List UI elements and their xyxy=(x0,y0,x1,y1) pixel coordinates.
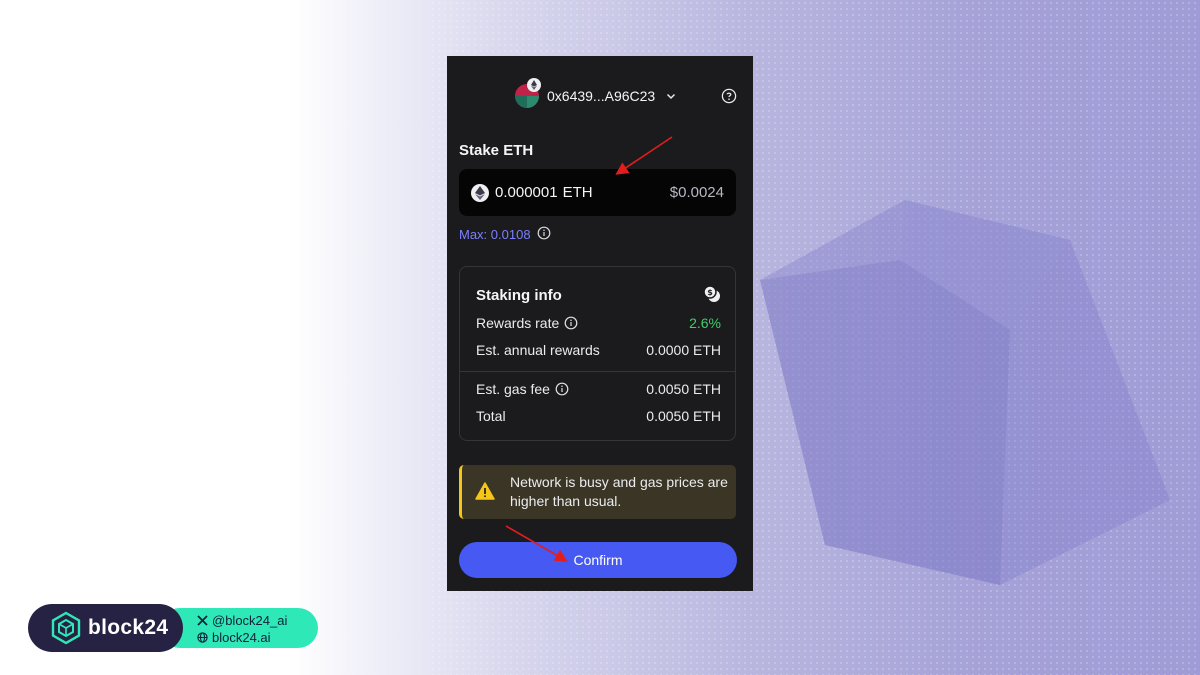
info-icon[interactable] xyxy=(564,316,578,330)
total-value: 0.0050 ETH xyxy=(646,408,721,424)
rewards-rate-row: Rewards rate 2.6% xyxy=(476,315,721,331)
gas-fee-row: Est. gas fee 0.0050 ETH xyxy=(476,381,721,397)
staking-panel: 0x6439...A96C23 Stake ETH 0.000001 ETH $… xyxy=(447,56,753,591)
svg-text:$: $ xyxy=(707,288,713,297)
eth-icon xyxy=(471,183,489,202)
total-row: Total 0.0050 ETH xyxy=(476,408,721,424)
stake-amount-usd: $0.0024 xyxy=(669,184,724,201)
account-selector[interactable]: 0x6439...A96C23 xyxy=(515,78,677,110)
website-url: block24.ai xyxy=(212,630,271,645)
rewards-rate-label: Rewards rate xyxy=(476,315,560,331)
twitter-link[interactable]: @block24_ai xyxy=(196,612,287,629)
network-busy-warning: Network is busy and gas prices are highe… xyxy=(459,465,736,519)
x-logo-icon xyxy=(196,615,209,626)
account-avatar xyxy=(515,78,541,108)
eth-network-icon xyxy=(527,78,541,92)
staking-info-card: Staking info $ Rewards rate 2.6% Est. an… xyxy=(459,266,736,441)
gas-fee-value: 0.0050 ETH xyxy=(646,381,721,397)
warning-icon xyxy=(475,482,495,505)
max-amount-label: Max: 0.0108 xyxy=(459,227,531,242)
annual-rewards-label: Est. annual rewards xyxy=(476,342,600,358)
max-amount-button[interactable]: Max: 0.0108 xyxy=(459,226,551,243)
info-icon[interactable] xyxy=(555,382,569,396)
chevron-down-icon xyxy=(665,90,677,102)
help-icon[interactable] xyxy=(721,88,737,104)
account-address: 0x6439...A96C23 xyxy=(547,88,656,104)
stake-amount-value: 0.000001 xyxy=(495,184,558,201)
social-links: @block24_ai block24.ai xyxy=(196,612,287,646)
brand-name: block24 xyxy=(88,616,169,639)
gas-fee-label: Est. gas fee xyxy=(476,381,550,397)
website-link[interactable]: block24.ai xyxy=(196,629,287,646)
stake-amount-input[interactable]: 0.000001 ETH $0.0024 xyxy=(459,169,736,216)
rewards-rate-value: 2.6% xyxy=(689,315,721,331)
staking-info-title: Staking info xyxy=(476,287,562,304)
annual-rewards-row: Est. annual rewards 0.0000 ETH xyxy=(476,342,721,358)
warning-text: Network is busy and gas prices are highe… xyxy=(510,474,728,509)
globe-icon xyxy=(196,632,209,643)
confirm-button[interactable]: Confirm xyxy=(459,542,737,578)
stake-title: Stake ETH xyxy=(459,142,534,159)
twitter-handle: @block24_ai xyxy=(212,613,288,628)
info-icon[interactable] xyxy=(537,226,551,243)
stake-amount-unit: ETH xyxy=(562,184,593,201)
annual-rewards-value: 0.0000 ETH xyxy=(646,342,721,358)
coins-icon: $ xyxy=(703,285,721,308)
brand-logo-pill: block24 xyxy=(28,604,183,652)
block24-logo-icon xyxy=(51,611,81,645)
total-label: Total xyxy=(476,408,506,424)
divider xyxy=(460,371,735,372)
